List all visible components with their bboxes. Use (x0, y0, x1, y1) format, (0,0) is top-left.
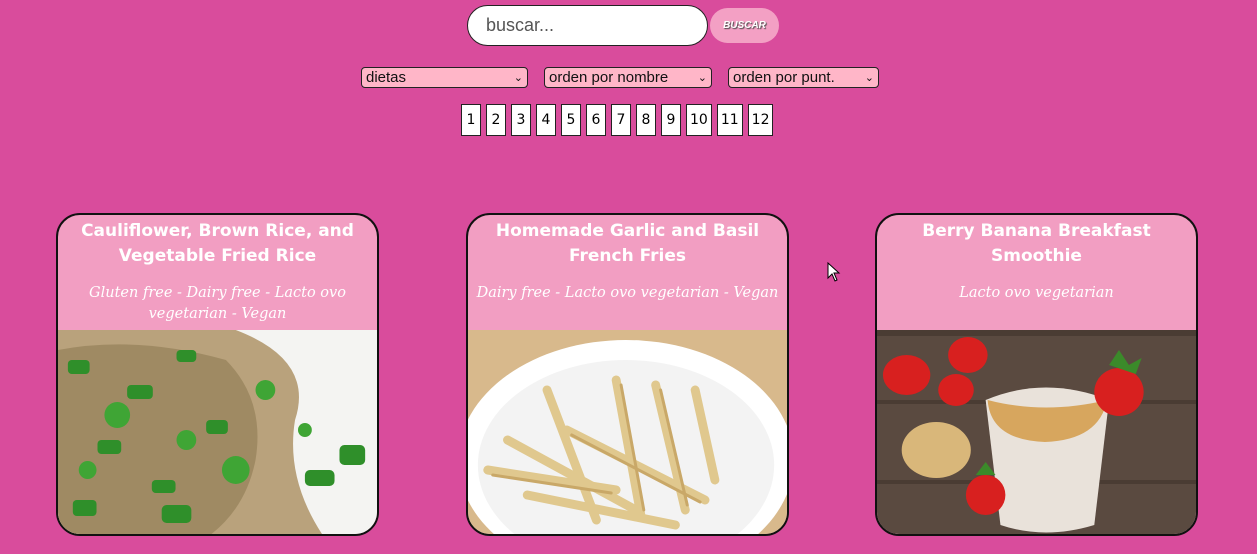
page-button-2[interactable]: 2 (486, 104, 506, 136)
order-score-select-value: orden por punt. (733, 69, 835, 86)
recipe-card-header: Homemade Garlic and Basil French Fries D… (468, 215, 787, 330)
search-button[interactable]: BUSCAR (710, 8, 779, 43)
page-button-7[interactable]: 7 (611, 104, 631, 136)
page-button-3[interactable]: 3 (511, 104, 531, 136)
recipe-image (468, 330, 787, 534)
recipe-card-header: Berry Banana Breakfast Smoothie Lacto ov… (877, 215, 1196, 330)
recipe-diets: Dairy free - Lacto ovo vegetarian - Vega… (476, 285, 779, 301)
search-input[interactable] (467, 5, 708, 46)
recipe-title: Berry Banana Breakfast Smoothie (922, 221, 1151, 266)
search-bar: BUSCAR (467, 5, 779, 46)
page-button-5[interactable]: 5 (561, 104, 581, 136)
recipe-card[interactable]: Berry Banana Breakfast Smoothie Lacto ov… (875, 213, 1198, 536)
recipe-diets: Lacto ovo vegetarian (959, 285, 1114, 301)
page-button-12[interactable]: 12 (747, 104, 774, 136)
order-name-select[interactable]: orden por nombre ⌄ (544, 67, 712, 88)
chevron-down-icon: ⌄ (513, 72, 523, 84)
recipe-title: Homemade Garlic and Basil French Fries (495, 221, 760, 266)
page-button-4[interactable]: 4 (536, 104, 556, 136)
chevron-down-icon: ⌄ (697, 72, 707, 84)
recipe-card[interactable]: Homemade Garlic and Basil French Fries D… (466, 213, 789, 536)
recipe-image (58, 330, 377, 534)
page-button-1[interactable]: 1 (461, 104, 481, 136)
chevron-down-icon: ⌄ (864, 72, 874, 84)
page-button-6[interactable]: 6 (586, 104, 606, 136)
order-name-select-value: orden por nombre (549, 69, 669, 86)
recipe-image (877, 330, 1196, 534)
recipe-diets: Gluten free - Dairy free - Lacto ovo veg… (89, 285, 346, 322)
order-score-select[interactable]: orden por punt. ⌄ (728, 67, 879, 88)
recipe-card[interactable]: Cauliflower, Brown Rice, and Vegetable F… (56, 213, 379, 536)
cursor-icon (827, 262, 841, 282)
pagination: 1 2 3 4 5 6 7 8 9 10 11 12 (461, 104, 774, 136)
page-button-11[interactable]: 11 (716, 104, 743, 136)
recipe-card-header: Cauliflower, Brown Rice, and Vegetable F… (58, 215, 377, 330)
page-button-8[interactable]: 8 (636, 104, 656, 136)
diet-select-value: dietas (366, 69, 407, 86)
page-button-10[interactable]: 10 (686, 104, 712, 136)
recipe-title: Cauliflower, Brown Rice, and Vegetable F… (81, 221, 354, 266)
diet-select[interactable]: dietas ⌄ (361, 67, 528, 88)
page-button-9[interactable]: 9 (661, 104, 681, 136)
